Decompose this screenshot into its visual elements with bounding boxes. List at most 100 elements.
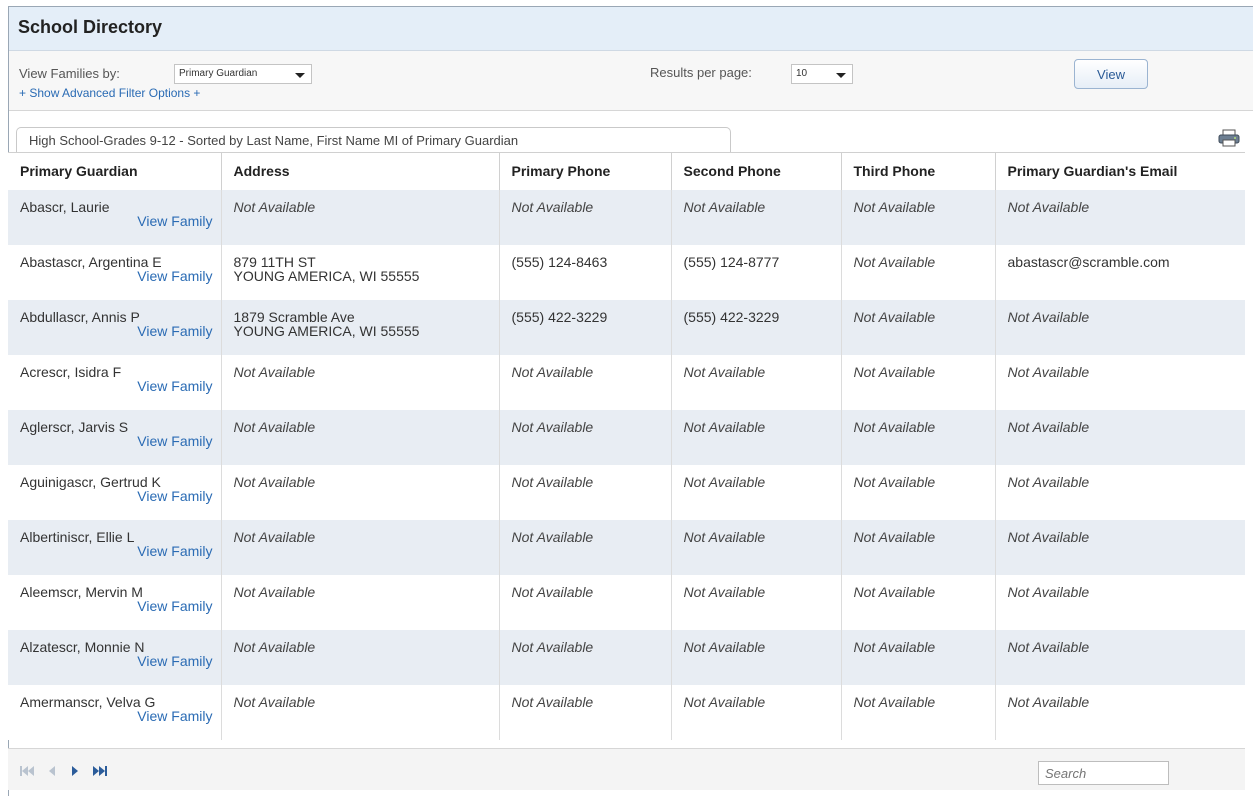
column-header-email[interactable]: Primary Guardian's Email (994, 152, 1245, 190)
primary-phone-cell: Not Available (498, 189, 671, 245)
second-phone-cell: Not Available (670, 519, 841, 575)
table-row: Albertiniscr, Ellie L View Family Not Ava… (8, 519, 1245, 575)
view-families-value: Primary Guardian (179, 68, 258, 79)
guardian-cell: Aleemscr, Mervin M View Family (8, 574, 221, 630)
results-per-page-select[interactable]: 10 (791, 64, 853, 84)
column-header-primary-guardian[interactable]: Primary Guardian (8, 152, 221, 190)
prev-page-icon[interactable] (48, 763, 56, 781)
email-cell: Not Available (994, 409, 1245, 465)
table-row: Abastascr, Argentina E View Family 879 11… (8, 244, 1245, 300)
email-cell: Not Available (994, 189, 1245, 245)
column-header-second-phone[interactable]: Second Phone (670, 152, 841, 190)
guardian-name: Alzatescr, Monnie N (20, 638, 145, 655)
guardian-name: Abastascr, Argentina E (20, 253, 162, 270)
view-family-link[interactable]: View Family (20, 709, 221, 723)
table-row: Acrescr, Isidra F View Family Not Availab… (8, 354, 1245, 410)
email-cell: Not Available (994, 354, 1245, 410)
view-family-link[interactable]: View Family (20, 654, 221, 668)
third-phone-cell: Not Available (840, 299, 995, 355)
second-phone-cell: Not Available (670, 189, 841, 245)
guardian-name: Aglerscr, Jarvis S (20, 418, 129, 435)
address-line-2: YOUNG AMERICA, WI 55555 (233, 267, 420, 284)
second-phone-cell: Not Available (670, 354, 841, 410)
primary-phone-cell: Not Available (498, 354, 671, 410)
third-phone-cell: Not Available (840, 629, 995, 685)
address-cell: 879 11TH ST YOUNG AMERICA, WI 55555 (220, 244, 499, 300)
email-cell[interactable]: abastascr@scramble.com (994, 244, 1245, 300)
guardian-name: Aguinigascr, Gertrud K (20, 473, 161, 490)
view-button[interactable]: View (1074, 59, 1148, 89)
primary-phone-cell: Not Available (498, 409, 671, 465)
view-family-link[interactable]: View Family (20, 489, 221, 503)
table-header-row: Primary Guardian Address Primary Phone S… (8, 152, 1245, 190)
address-cell: Not Available (220, 354, 499, 410)
second-phone-cell: Not Available (670, 409, 841, 465)
view-family-link[interactable]: View Family (20, 544, 221, 558)
email-cell: Not Available (994, 684, 1245, 740)
view-family-link[interactable]: View Family (20, 599, 221, 613)
primary-phone-cell: Not Available (498, 519, 671, 575)
guardian-cell: Aguinigascr, Gertrud K View Family (8, 464, 221, 520)
guardian-cell: Albertiniscr, Ellie L View Family (8, 519, 221, 575)
address-cell: Not Available (220, 519, 499, 575)
guardian-name: Abascr, Laurie (20, 198, 110, 215)
guardian-cell: Aglerscr, Jarvis S View Family (8, 409, 221, 465)
second-phone-cell: Not Available (670, 684, 841, 740)
second-phone-cell: Not Available (670, 629, 841, 685)
guardian-cell: Abastascr, Argentina E View Family (8, 244, 221, 300)
chevron-down-icon (836, 73, 846, 78)
third-phone-cell: Not Available (840, 684, 995, 740)
address-cell: Not Available (220, 684, 499, 740)
search-input[interactable] (1038, 761, 1169, 785)
guardian-cell: Acrescr, Isidra F View Family (8, 354, 221, 410)
third-phone-cell: Not Available (840, 409, 995, 465)
address-cell: Not Available (220, 464, 499, 520)
chevron-down-icon (295, 73, 305, 78)
table-row: Aleemscr, Mervin M View Family Not Availa… (8, 574, 1245, 630)
view-family-link[interactable]: View Family (20, 379, 221, 393)
printer-icon[interactable] (1218, 129, 1240, 147)
primary-phone-cell: (555) 422-3229 (498, 299, 671, 355)
table-row: Aglerscr, Jarvis S View Family Not Availa… (8, 409, 1245, 465)
first-page-icon[interactable] (20, 763, 34, 781)
results-per-page-value: 10 (796, 68, 808, 79)
last-page-icon[interactable] (93, 763, 108, 781)
third-phone-cell: Not Available (840, 464, 995, 520)
third-phone-cell: Not Available (840, 574, 995, 630)
table-row: Alzatescr, Monnie N View Family Not Avail… (8, 629, 1245, 685)
address-cell: Not Available (220, 574, 499, 630)
email-cell: Not Available (994, 629, 1245, 685)
view-family-link[interactable]: View Family (20, 269, 221, 283)
table-row: Abdullascr, Annis P View Family 1879 Scra… (8, 299, 1245, 355)
tab-high-school[interactable]: High School-Grades 9-12 - Sorted by Last… (16, 127, 731, 153)
address-line-1: 1879 Scramble Ave (233, 308, 355, 325)
guardian-name: Amermanscr, Velva G (20, 693, 156, 710)
view-family-link[interactable]: View Family (20, 324, 221, 338)
tab-row: High School-Grades 9-12 - Sorted by Last… (9, 111, 1253, 153)
guardian-cell: Abdullascr, Annis P View Family (8, 299, 221, 355)
column-header-address[interactable]: Address (220, 152, 499, 190)
next-page-icon[interactable] (71, 763, 79, 781)
primary-phone-cell: Not Available (498, 464, 671, 520)
advanced-filter-link[interactable]: + Show Advanced Filter Options + (19, 86, 200, 100)
view-families-select[interactable]: Primary Guardian (174, 64, 312, 84)
view-family-link[interactable]: View Family (20, 434, 221, 448)
pagination (20, 763, 117, 781)
email-cell: Not Available (994, 519, 1245, 575)
address-line-1: 879 11TH ST (233, 253, 316, 270)
page-title: School Directory (18, 17, 163, 37)
email-cell: Not Available (994, 574, 1245, 630)
column-header-third-phone[interactable]: Third Phone (840, 152, 995, 190)
address-cell: Not Available (220, 629, 499, 685)
guardian-cell: Abascr, Laurie View Family (8, 189, 221, 245)
table-row: Aguinigascr, Gertrud K View Family Not Av… (8, 464, 1245, 520)
second-phone-cell: Not Available (670, 464, 841, 520)
view-family-link[interactable]: View Family (20, 214, 221, 228)
table-row: Abascr, Laurie View Family Not Available … (8, 189, 1245, 245)
column-header-primary-phone[interactable]: Primary Phone (498, 152, 671, 190)
guardian-name: Albertiniscr, Ellie L (20, 528, 135, 545)
address-line-1: Not Available (233, 198, 316, 215)
guardian-cell: Alzatescr, Monnie N View Family (8, 629, 221, 685)
second-phone-cell: Not Available (670, 574, 841, 630)
third-phone-cell: Not Available (840, 189, 995, 245)
